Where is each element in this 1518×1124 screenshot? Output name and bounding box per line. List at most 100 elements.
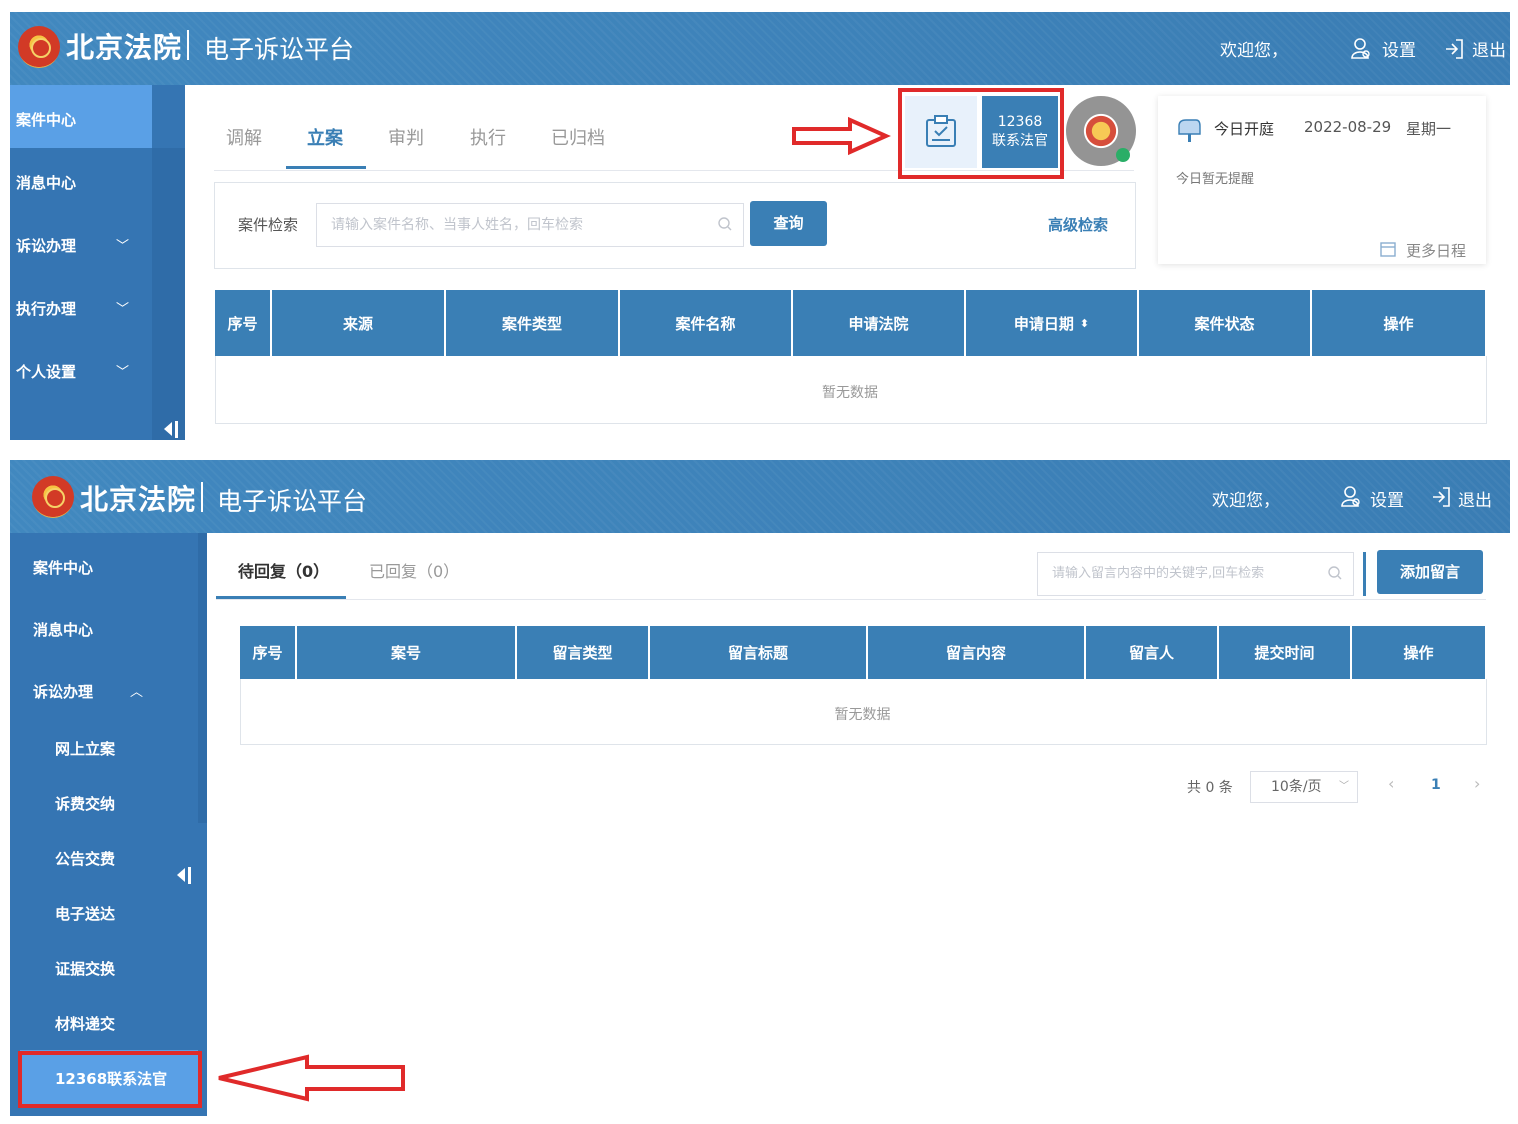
empty-state-text: 暂无数据 <box>822 385 878 401</box>
page-size-value: 10条/页 <box>1271 779 1322 795</box>
column-header: 留言类型 <box>517 626 650 679</box>
sidebar-item-case-center[interactable]: 案件中心 <box>16 109 76 130</box>
settings-link[interactable]: 设置 <box>1382 36 1416 61</box>
tab-archived[interactable]: 已归档 <box>551 124 605 150</box>
more-schedule-link[interactable]: 更多日程 <box>1406 240 1466 261</box>
brand-name: 北京法院 <box>66 31 183 64</box>
tab-trial[interactable]: 审判 <box>388 124 424 150</box>
logout-link[interactable]: 退出 <box>1472 36 1506 61</box>
user-settings-icon[interactable] <box>1351 38 1371 60</box>
column-header: 序号 <box>215 290 272 356</box>
chevron-down-icon[interactable]: ﹀ <box>116 235 129 254</box>
top-header: 北京法院 电子诉讼平台 欢迎您， 设置 退出 <box>10 460 1510 533</box>
settings-link[interactable]: 设置 <box>1370 486 1404 511</box>
case-center-screenshot: 北京法院 电子诉讼平台 欢迎您， 设置 退出 案件中心 消息中心 诉讼办理 ﹀ … <box>10 12 1510 440</box>
sidebar-item-litigation[interactable]: 诉讼办理 <box>16 235 76 256</box>
message-screenshot: 北京法院 电子诉讼平台 欢迎您， 设置 退出 案件中心 消息中心 诉讼办理 ︿ … <box>10 460 1510 1116</box>
next-page-icon[interactable]: › <box>1474 774 1480 793</box>
query-button[interactable]: 查询 <box>750 201 827 246</box>
logout-icon[interactable] <box>1444 38 1464 60</box>
message-search-input[interactable]: 请输入留言内容中的关键字,回车检索 <box>1037 552 1354 596</box>
top-header: 北京法院 电子诉讼平台 欢迎您， 设置 退出 <box>10 12 1510 85</box>
welcome-text: 欢迎您， <box>1220 41 1288 61</box>
sidebar-scrollbar[interactable] <box>198 533 207 823</box>
column-header: 提交时间 <box>1219 626 1352 679</box>
message-table-header: 序号 案号 留言类型 留言标题 留言内容 留言人 提交时间 操作 <box>240 626 1485 679</box>
search-icon[interactable] <box>1328 566 1342 580</box>
today-weekday: 星期一 <box>1406 120 1452 138</box>
sidebar-subitem-e-service[interactable]: 电子送达 <box>55 903 115 924</box>
column-header-sortable[interactable]: 申请日期 ⬍ <box>966 290 1139 356</box>
sidebar-item-litigation[interactable]: 诉讼办理 <box>33 681 93 702</box>
case-search-input[interactable]: 请输入案件名称、当事人姓名，回车检索 <box>316 203 744 247</box>
active-tab-underline <box>286 166 366 169</box>
sidebar-scroll-track <box>152 148 185 440</box>
platform-name: 电子诉讼平台 <box>217 487 368 516</box>
column-header: 来源 <box>272 290 446 356</box>
user-settings-icon[interactable] <box>1341 486 1361 508</box>
column-header: 留言人 <box>1086 626 1219 679</box>
court-emblem-icon <box>32 476 74 518</box>
tab-filing[interactable]: 立案 <box>307 124 343 150</box>
sidebar-item-message-center[interactable]: 消息中心 <box>33 619 93 640</box>
sidebar-subitem-evidence-exchange[interactable]: 证据交换 <box>55 958 115 979</box>
column-header: 序号 <box>240 626 297 679</box>
tab-pending-reply[interactable]: 待回复（0） <box>238 558 329 582</box>
platform-name: 电子诉讼平台 <box>204 35 355 64</box>
chevron-down-icon[interactable]: ﹀ <box>116 361 129 380</box>
column-header: 申请法院 <box>793 290 966 356</box>
calendar-icon[interactable] <box>1380 241 1396 257</box>
sidebar-subitem-fee-payment[interactable]: 诉费交纳 <box>55 793 115 814</box>
case-table-header: 序号 来源 案件类型 案件名称 申请法院 申请日期 ⬍ 案件状态 操作 <box>215 290 1485 356</box>
sidebar-subitem-online-filing[interactable]: 网上立案 <box>55 738 115 759</box>
collapse-sidebar-icon[interactable] <box>162 419 180 439</box>
column-header: 案件状态 <box>1139 290 1312 356</box>
logout-icon[interactable] <box>1431 486 1451 508</box>
schedule-card: 今日开庭 2022-08-29 星期一 今日暂无提醒 更多日程 <box>1158 96 1486 264</box>
sidebar-item-case-center[interactable]: 案件中心 <box>33 557 93 578</box>
prev-page-icon[interactable]: ‹ <box>1388 774 1394 793</box>
column-header-label: 申请日期 <box>1013 314 1074 333</box>
advanced-search-link[interactable]: 高级检索 <box>1048 214 1108 235</box>
court-emblem-icon <box>18 26 60 68</box>
tab-execution[interactable]: 执行 <box>470 124 506 150</box>
red-arrow-right-icon <box>792 116 891 156</box>
page-size-select[interactable]: 10条/页 ﹀ <box>1250 771 1358 803</box>
today-hearing-label: 今日开庭 <box>1214 120 1275 138</box>
red-arrow-left-icon <box>218 1054 405 1102</box>
highlight-box <box>898 88 1064 179</box>
mailbox-icon <box>1178 119 1201 142</box>
sidebar: 案件中心 消息中心 诉讼办理 ﹀ 执行办理 ﹀ 个人设置 ﹀ <box>10 85 185 440</box>
current-page[interactable]: 1 <box>1431 777 1441 793</box>
tab-mediation[interactable]: 调解 <box>226 124 262 150</box>
logout-link[interactable]: 退出 <box>1458 486 1492 511</box>
chevron-down-icon[interactable]: ﹀ <box>116 298 129 317</box>
welcome-text: 欢迎您， <box>1212 491 1280 511</box>
sidebar-subitem-material-submit[interactable]: 材料递交 <box>55 1013 115 1034</box>
column-header: 操作 <box>1403 644 1434 662</box>
sidebar-item-personal-settings[interactable]: 个人设置 <box>16 361 76 382</box>
sidebar-item-message-center[interactable]: 消息中心 <box>16 172 76 193</box>
sidebar-item-execution[interactable]: 执行办理 <box>16 298 76 319</box>
column-header: 案件名称 <box>620 290 793 356</box>
column-header: 留言内容 <box>868 626 1086 679</box>
add-message-button[interactable]: 添加留言 <box>1377 550 1483 594</box>
chevron-down-icon: ﹀ <box>1339 781 1349 792</box>
chevron-up-icon[interactable]: ︿ <box>130 681 143 700</box>
sidebar-subitem-notice-fee[interactable]: 公告交费 <box>55 848 115 869</box>
collapse-sidebar-icon[interactable] <box>175 865 193 885</box>
search-label: 案件检索 <box>238 216 299 234</box>
tab-replied[interactable]: 已回复（0） <box>369 558 459 582</box>
today-date: 2022-08-29 <box>1304 118 1392 136</box>
search-divider <box>1363 552 1366 596</box>
column-header: 留言标题 <box>650 626 868 679</box>
brand-name: 北京法院 <box>80 483 197 516</box>
search-icon[interactable] <box>718 217 732 231</box>
brand-divider <box>201 482 203 512</box>
sort-icon[interactable]: ⬍ <box>1080 317 1089 330</box>
column-header: 案号 <box>297 626 517 679</box>
brand-divider <box>187 30 189 60</box>
column-header: 案件类型 <box>446 290 620 356</box>
wechat-badge-icon <box>1116 148 1130 162</box>
sidebar: 案件中心 消息中心 诉讼办理 ︿ 网上立案 诉费交纳 公告交费 电子送达 证据交… <box>10 533 207 1116</box>
